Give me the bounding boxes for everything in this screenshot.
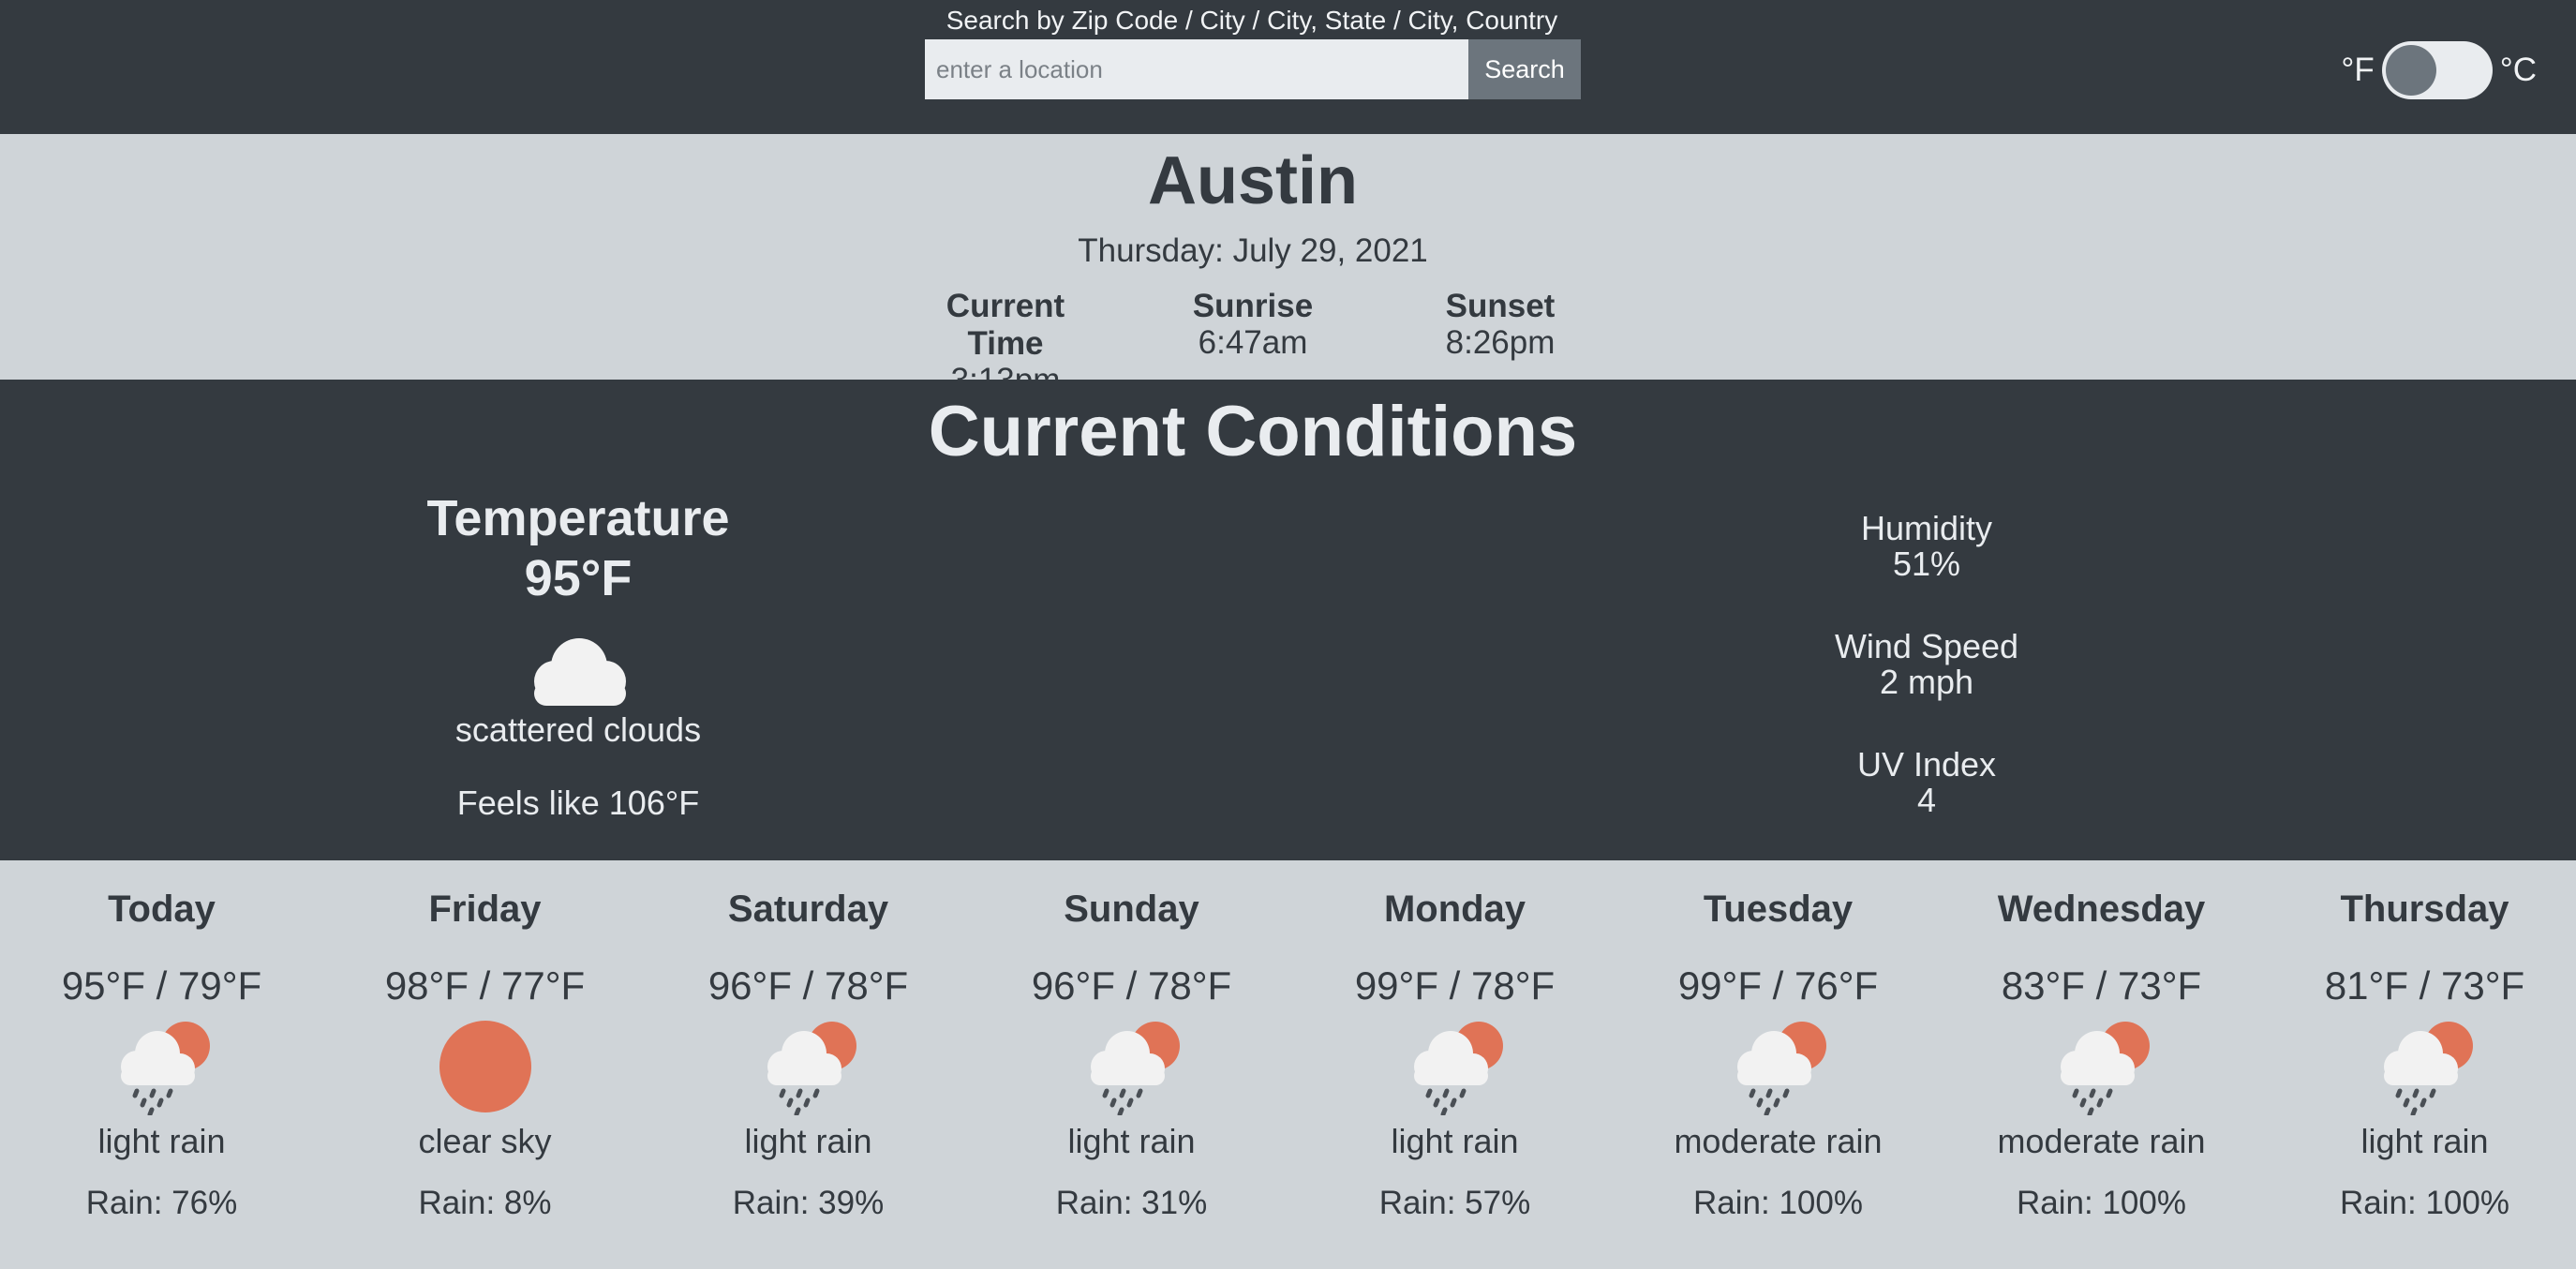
top-bar: Search by Zip Code / City / City, State … xyxy=(0,0,2576,134)
forecast-temps: 95°F / 79°F xyxy=(61,963,262,1008)
unit-toggle-switch[interactable] xyxy=(2381,41,2493,99)
forecast-temps: 96°F / 78°F xyxy=(707,963,909,1008)
rain-sun-icon xyxy=(767,1022,856,1115)
forecast-temps: 98°F / 77°F xyxy=(384,963,586,1008)
fahrenheit-label: °F xyxy=(2341,52,2375,88)
conditions-stats: Humidity 51% Wind Speed 2 mph UV Index 4 xyxy=(1786,511,2067,865)
temperature-label: Temperature xyxy=(426,490,730,546)
forecast-day: Tuesday 99°F / 76°F moderate rain Rain: … xyxy=(1616,860,1940,1269)
forecast-day: Wednesday 83°F / 73°F moderate rain Rain… xyxy=(1940,860,2263,1269)
current-conditions: Current Conditions Temperature 95°F scat… xyxy=(0,380,2576,860)
forecast-description: moderate rain xyxy=(1997,1122,2206,1160)
sunset-value: 8:26pm xyxy=(1445,324,1556,361)
humidity-value: 51% xyxy=(1892,545,1961,583)
cloud-icon xyxy=(534,638,626,706)
forecast-day-name: Wednesday xyxy=(1997,888,2206,930)
location-search-input[interactable] xyxy=(925,39,1468,99)
humidity: Humidity 51% xyxy=(1786,511,2067,582)
forecast-temps: 99°F / 78°F xyxy=(1354,963,1556,1008)
forecast-day-name: Sunday xyxy=(1064,888,1199,930)
forecast-temps: 83°F / 73°F xyxy=(2001,963,2202,1008)
forecast-rain: Rain: 57% xyxy=(1378,1185,1531,1221)
temperature-value: 95°F xyxy=(524,550,633,606)
forecast-temps: 99°F / 76°F xyxy=(1677,963,1879,1008)
city-name: Austin xyxy=(1148,143,1358,218)
forecast-description: light rain xyxy=(2360,1122,2489,1160)
forecast-description: clear sky xyxy=(418,1122,552,1160)
rain-sun-icon xyxy=(1736,1022,1826,1115)
wind-speed-value: 2 mph xyxy=(1879,663,1974,701)
humidity-label: Humidity xyxy=(1860,509,1993,547)
wind-speed: Wind Speed 2 mph xyxy=(1786,629,2067,700)
sun-icon xyxy=(439,1021,531,1112)
sunset-label: Sunset xyxy=(1445,288,1556,324)
search-button[interactable]: Search xyxy=(1468,39,1581,99)
forecast-temps: 96°F / 78°F xyxy=(1031,963,1232,1008)
forecast-description: light rain xyxy=(1391,1122,1519,1160)
rain-sun-icon xyxy=(1413,1022,1503,1115)
forecast-day-name: Today xyxy=(108,888,216,930)
forecast-day: Monday 99°F / 78°F light rain Rain: 57% xyxy=(1293,860,1616,1269)
uv-index-label: UV Index xyxy=(1856,745,1997,784)
uv-index-value: 4 xyxy=(1916,781,1937,819)
rain-sun-icon xyxy=(2060,1022,2150,1115)
current-conditions-heading: Current Conditions xyxy=(928,392,1578,471)
uv-index: UV Index 4 xyxy=(1786,747,2067,818)
toggle-knob xyxy=(2385,45,2436,96)
forecast-day: Thursday 81°F / 73°F light rain Rain: 10… xyxy=(2263,860,2576,1269)
forecast-day: Today 95°F / 79°F light rain Rain: 76% xyxy=(0,860,323,1269)
forecast-day-name: Tuesday xyxy=(1703,888,1854,930)
forecast-row: Today 95°F / 79°F light rain Rain: 76% F… xyxy=(0,860,2576,1269)
forecast-description: light rain xyxy=(744,1122,872,1160)
forecast-rain: Rain: 100% xyxy=(1693,1185,1863,1221)
forecast-day: Saturday 96°F / 78°F light rain Rain: 39… xyxy=(647,860,970,1269)
search-form: Search xyxy=(925,39,1581,99)
current-time-label: Current Time xyxy=(946,288,1065,362)
forecast-rain: Rain: 31% xyxy=(1055,1185,1208,1221)
forecast-rain: Rain: 76% xyxy=(85,1185,238,1221)
forecast-day: Sunday 96°F / 78°F light rain Rain: 31% xyxy=(970,860,1293,1269)
rain-sun-icon xyxy=(2383,1022,2473,1115)
forecast-description: light rain xyxy=(97,1122,226,1160)
forecast-rain: Rain: 39% xyxy=(732,1185,885,1221)
sunrise-value: 6:47am xyxy=(1198,324,1308,361)
temperature-panel: Temperature 95°F scattered clouds Feels … xyxy=(391,488,766,824)
forecast-day-name: Friday xyxy=(428,888,542,930)
rain-sun-icon xyxy=(1090,1022,1180,1115)
forecast-day-name: Monday xyxy=(1383,888,1526,930)
forecast-day-name: Thursday xyxy=(2340,888,2509,930)
unit-toggle: °F °C xyxy=(2341,41,2537,99)
wind-speed-label: Wind Speed xyxy=(1834,627,2019,665)
feels-like: Feels like 106°F xyxy=(456,784,700,822)
search-caption: Search by Zip Code / City / City, State … xyxy=(946,6,1558,35)
forecast-rain: Rain: 8% xyxy=(418,1185,552,1221)
sunrise-label: Sunrise xyxy=(1192,288,1314,324)
celsius-label: °C xyxy=(2499,52,2537,88)
forecast-day: Friday 98°F / 77°F clear sky Rain: 8% xyxy=(323,860,647,1269)
current-description: scattered clouds xyxy=(454,710,702,749)
forecast-temps: 81°F / 73°F xyxy=(2324,963,2525,1008)
location-section: Austin Thursday: July 29, 2021 Current T… xyxy=(0,134,2576,398)
forecast-rain: Rain: 100% xyxy=(2017,1185,2186,1221)
forecast-day-name: Saturday xyxy=(727,888,889,930)
rain-sun-icon xyxy=(120,1022,210,1115)
forecast-description: light rain xyxy=(1067,1122,1196,1160)
forecast-description: moderate rain xyxy=(1674,1122,1883,1160)
current-date: Thursday: July 29, 2021 xyxy=(1078,232,1428,269)
forecast-rain: Rain: 100% xyxy=(2340,1185,2509,1221)
